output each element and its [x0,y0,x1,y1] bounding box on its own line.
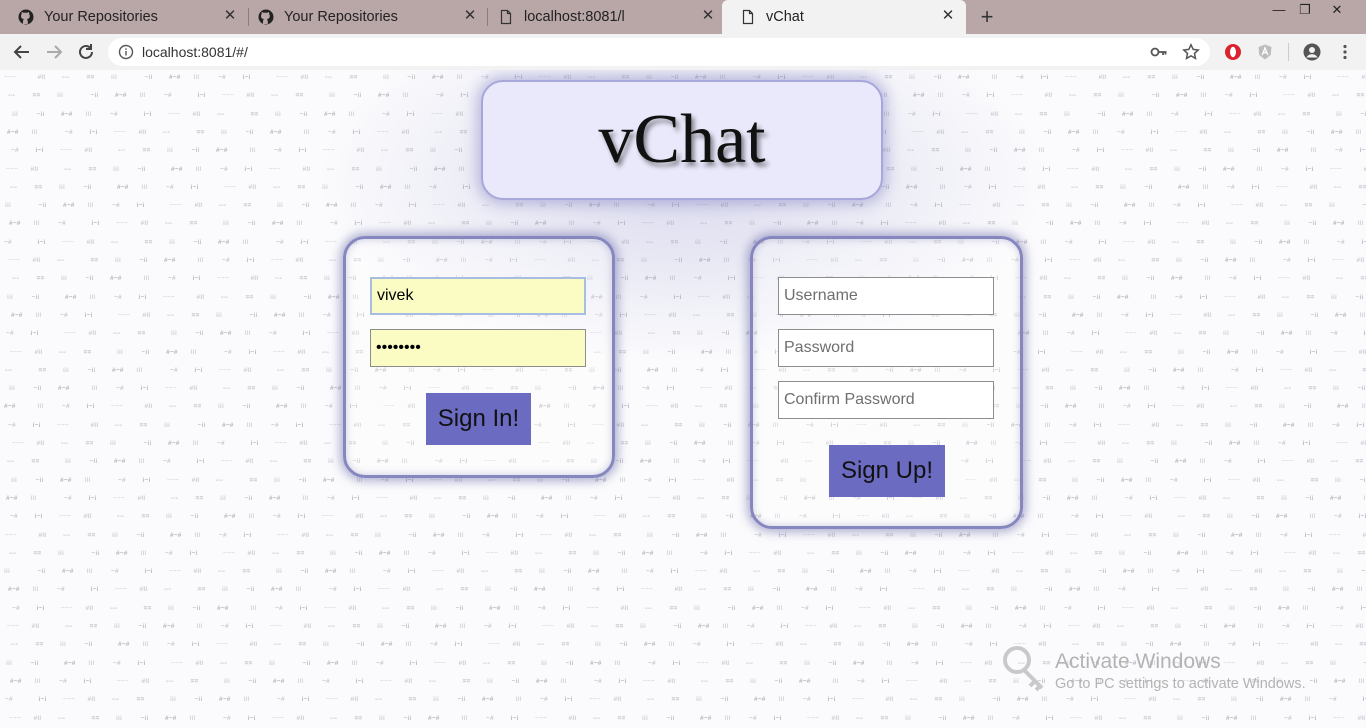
page-icon [742,9,754,25]
new-tab-button[interactable]: + [976,6,998,28]
app-title-banner: vChat [481,80,883,200]
account-avatar-icon[interactable] [1303,43,1321,61]
tab-title: Your Repositories [44,9,158,25]
sign-up-button[interactable]: Sign Up! [829,445,945,497]
close-icon[interactable]: ✕ [462,8,478,24]
close-window-button[interactable]: ✕ [1322,0,1352,20]
tab-localhost[interactable]: localhost:8081/l ✕ [480,0,726,34]
close-icon[interactable]: ✕ [700,8,716,24]
shield-extension-icon[interactable] [1256,43,1274,61]
tab-title: Your Repositories [284,9,398,25]
activate-windows-subtitle: Go to PC settings to activate Windows. [1055,676,1306,692]
tab-your-repositories-2[interactable]: Your Repositories ✕ [240,0,488,34]
url-text: localhost:8081/#/ [142,44,248,60]
page-content: ~~~ #ll --- == iii ~ii #~# lll ~# i~i ~~~ #ll --- == i… [0,70,1366,728]
tab-strip: Your Repositories ✕ Your Repositories ✕ … [0,0,1366,34]
info-icon[interactable] [118,44,134,60]
sign-in-button[interactable]: Sign In! [426,393,531,445]
close-icon[interactable]: ✕ [222,8,238,24]
tab-title: vChat [766,9,804,25]
tab-your-repositories-1[interactable]: Your Repositories ✕ [0,0,248,34]
signup-username-input[interactable] [778,277,994,315]
address-bar[interactable]: localhost:8081/#/ [108,38,1210,66]
activation-key-icon [1003,646,1044,692]
page-icon [500,9,512,25]
back-arrow-icon[interactable] [11,41,33,63]
signup-confirm-password-input[interactable] [778,381,994,419]
signin-password-input[interactable] [370,329,586,367]
github-icon [258,9,274,25]
tab-title: localhost:8081/l [524,9,625,25]
reload-icon[interactable] [75,41,97,63]
bookmark-star-icon[interactable] [1182,43,1200,61]
tab-vchat[interactable]: vChat ✕ [722,0,966,34]
forward-arrow-icon[interactable] [43,41,65,63]
close-icon[interactable]: ✕ [940,8,956,24]
github-icon [18,9,34,25]
app-title: vChat [598,101,766,178]
browser-toolbar: localhost:8081/#/ [0,34,1366,71]
menu-kebab-icon[interactable] [1336,43,1354,61]
signup-password-input[interactable] [778,329,994,367]
opera-extension-icon[interactable] [1224,43,1242,61]
signin-panel: Sign In! [343,236,615,478]
signin-username-input[interactable] [370,277,586,315]
signup-panel: Sign Up! [750,236,1023,529]
maximize-button[interactable]: ❐ [1290,0,1320,20]
key-icon[interactable] [1150,43,1168,61]
activate-windows-title: Activate Windows [1055,650,1221,673]
toolbar-divider [1288,43,1289,61]
